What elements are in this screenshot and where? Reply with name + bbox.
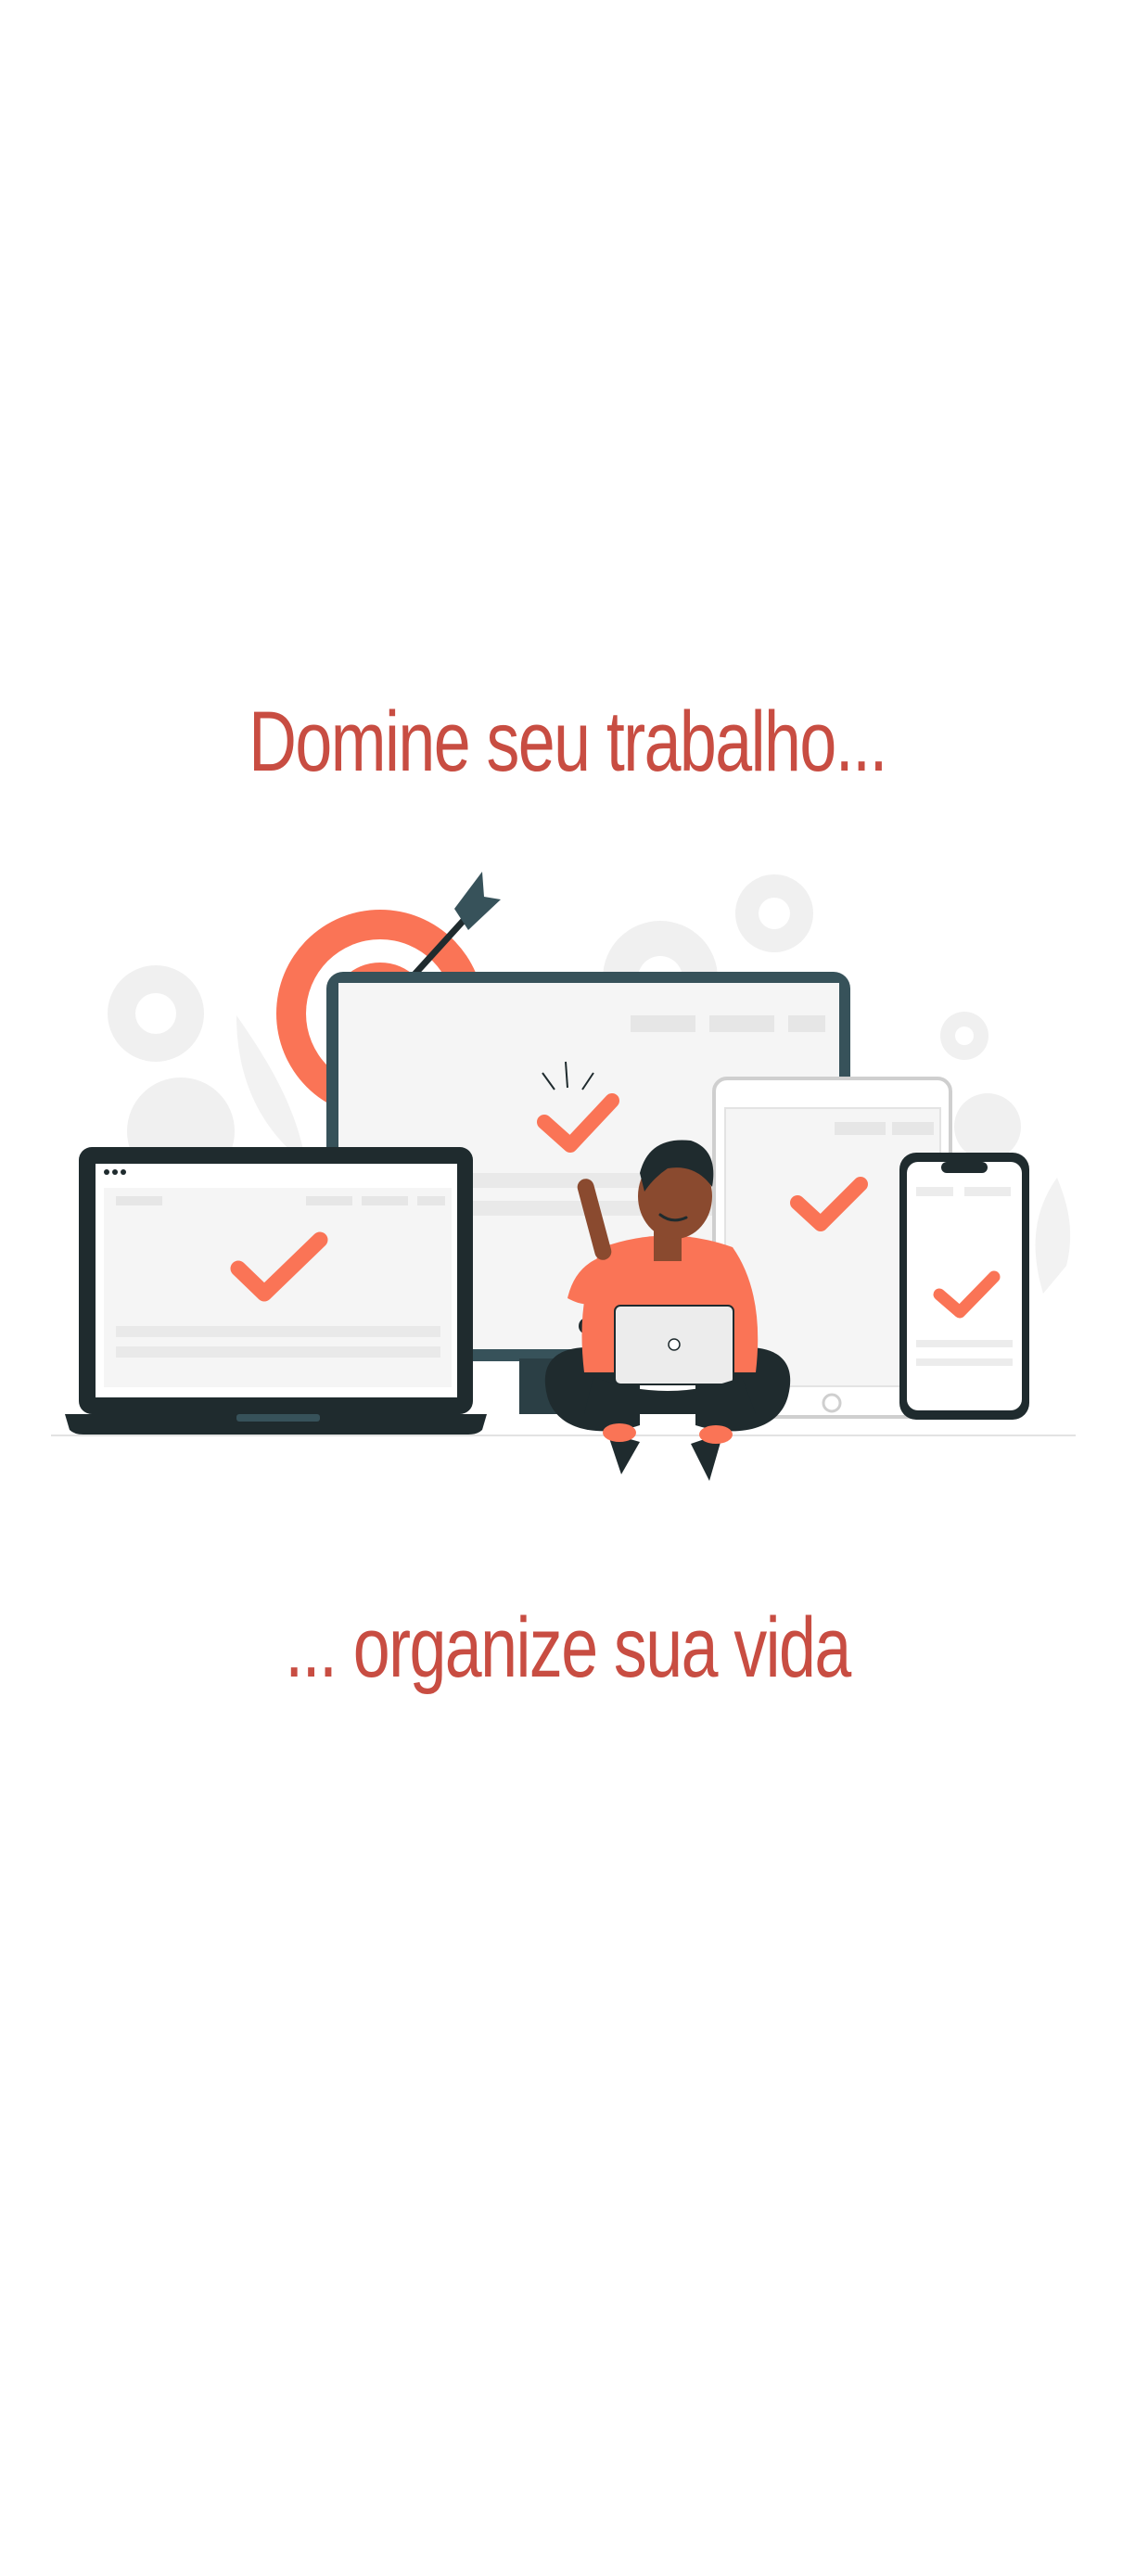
onboarding-screen: Domine seu trabalho... ... organize sua … (0, 0, 1135, 2576)
productivity-devices-illustration (51, 872, 1076, 1481)
smartphone-icon (899, 1153, 1029, 1420)
headline-bottom: ... organize sua vida (285, 1600, 851, 1695)
laptop-icon (65, 1147, 487, 1435)
headline-top: Domine seu trabalho... (249, 695, 887, 789)
